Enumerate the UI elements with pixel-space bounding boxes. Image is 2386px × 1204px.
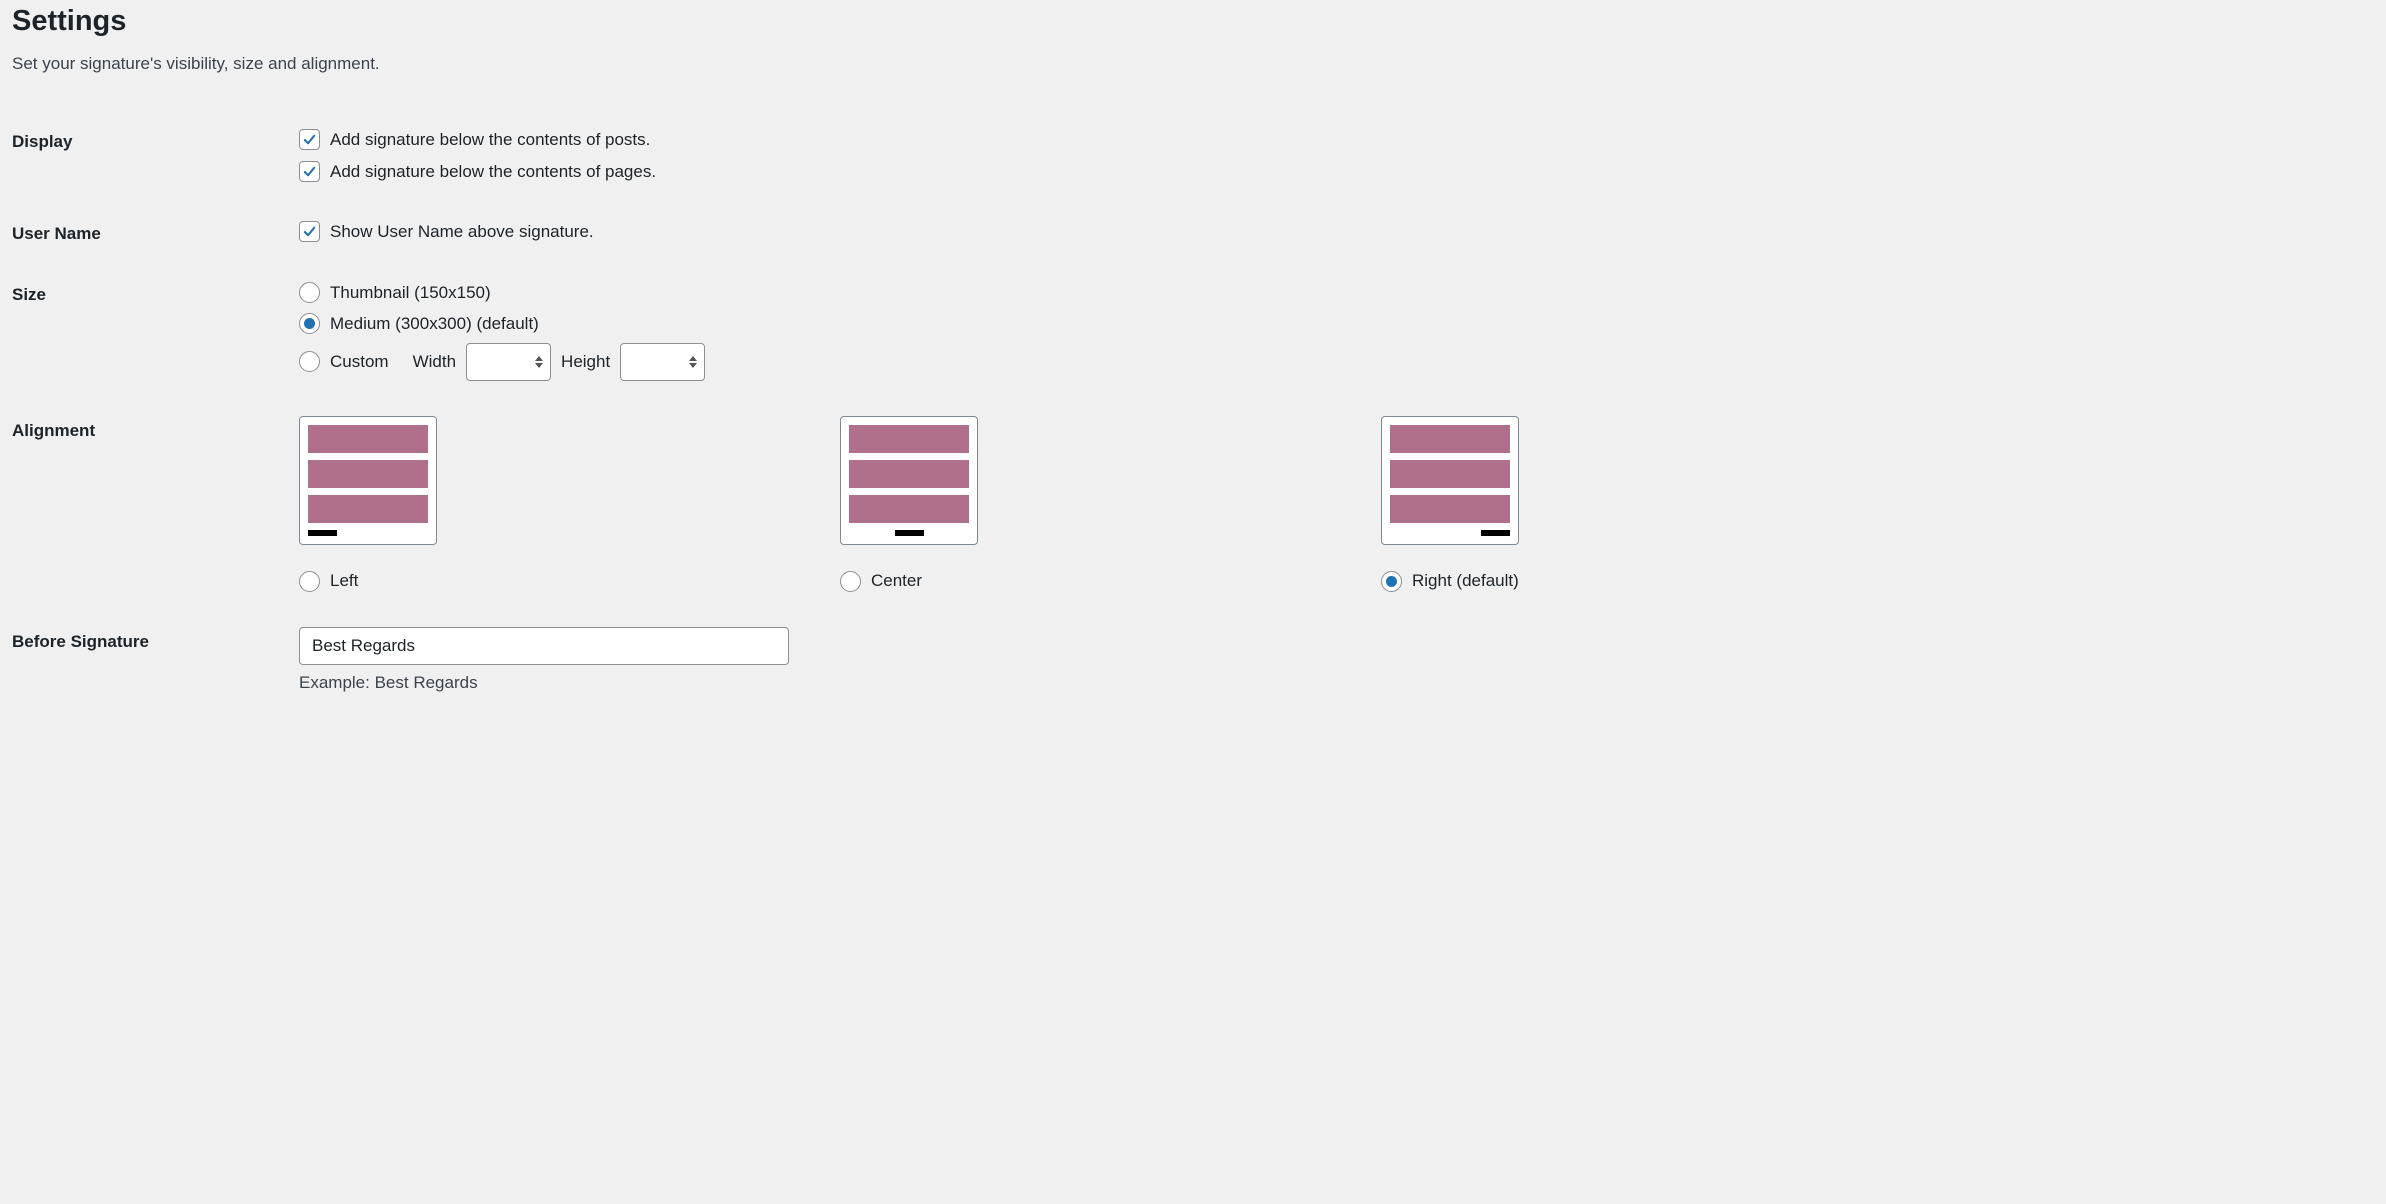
alignment-right-thumbnail[interactable] xyxy=(1381,416,1519,545)
alignment-right-label: Right (default) xyxy=(1412,571,1519,591)
display-section-label: Display xyxy=(12,112,299,204)
alignment-right-radio[interactable] xyxy=(1381,571,1402,592)
thumb-sig-icon xyxy=(895,530,924,536)
size-medium-radio[interactable] xyxy=(299,313,320,334)
thumb-sig-icon xyxy=(1481,530,1510,536)
thumb-bar xyxy=(308,425,428,453)
thumb-bar xyxy=(1390,495,1510,523)
size-thumbnail-radio[interactable] xyxy=(299,282,320,303)
display-posts-checkbox[interactable] xyxy=(299,129,320,150)
before-signature-helper: Example: Best Regards xyxy=(299,673,2364,693)
thumb-bar xyxy=(1390,460,1510,488)
thumb-bar xyxy=(849,460,969,488)
alignment-left-thumbnail[interactable] xyxy=(299,416,437,545)
username-show-label: Show User Name above signature. xyxy=(330,219,594,245)
alignment-left-label: Left xyxy=(330,571,358,591)
page-description: Set your signature's visibility, size an… xyxy=(12,54,2374,74)
before-signature-section-label: Before Signature xyxy=(12,612,299,713)
alignment-center-label: Center xyxy=(871,571,922,591)
size-custom-radio[interactable] xyxy=(299,351,320,372)
settings-form-table: Display Add signature below the contents… xyxy=(12,112,2374,713)
display-pages-label: Add signature below the contents of page… xyxy=(330,159,656,185)
size-custom-label: Custom xyxy=(330,349,389,375)
thumb-sig-icon xyxy=(308,530,337,536)
page-title: Settings xyxy=(12,5,2374,38)
size-thumbnail-label: Thumbnail (150x150) xyxy=(330,280,491,306)
display-pages-checkbox[interactable] xyxy=(299,161,320,182)
size-width-input[interactable] xyxy=(466,343,551,381)
alignment-center-thumbnail[interactable] xyxy=(840,416,978,545)
size-height-input[interactable] xyxy=(620,343,705,381)
username-show-checkbox[interactable] xyxy=(299,221,320,242)
display-posts-label: Add signature below the contents of post… xyxy=(330,127,650,153)
alignment-center-radio[interactable] xyxy=(840,571,861,592)
thumb-bar xyxy=(1390,425,1510,453)
thumb-bar xyxy=(308,495,428,523)
size-width-label: Width xyxy=(413,349,456,375)
before-signature-input[interactable] xyxy=(299,627,789,665)
alignment-section-label: Alignment xyxy=(12,401,299,612)
alignment-left-radio[interactable] xyxy=(299,571,320,592)
size-medium-label: Medium (300x300) (default) xyxy=(330,311,539,337)
username-section-label: User Name xyxy=(12,204,299,265)
thumb-bar xyxy=(849,495,969,523)
thumb-bar xyxy=(308,460,428,488)
thumb-bar xyxy=(849,425,969,453)
size-section-label: Size xyxy=(12,265,299,401)
size-height-label: Height xyxy=(561,349,610,375)
